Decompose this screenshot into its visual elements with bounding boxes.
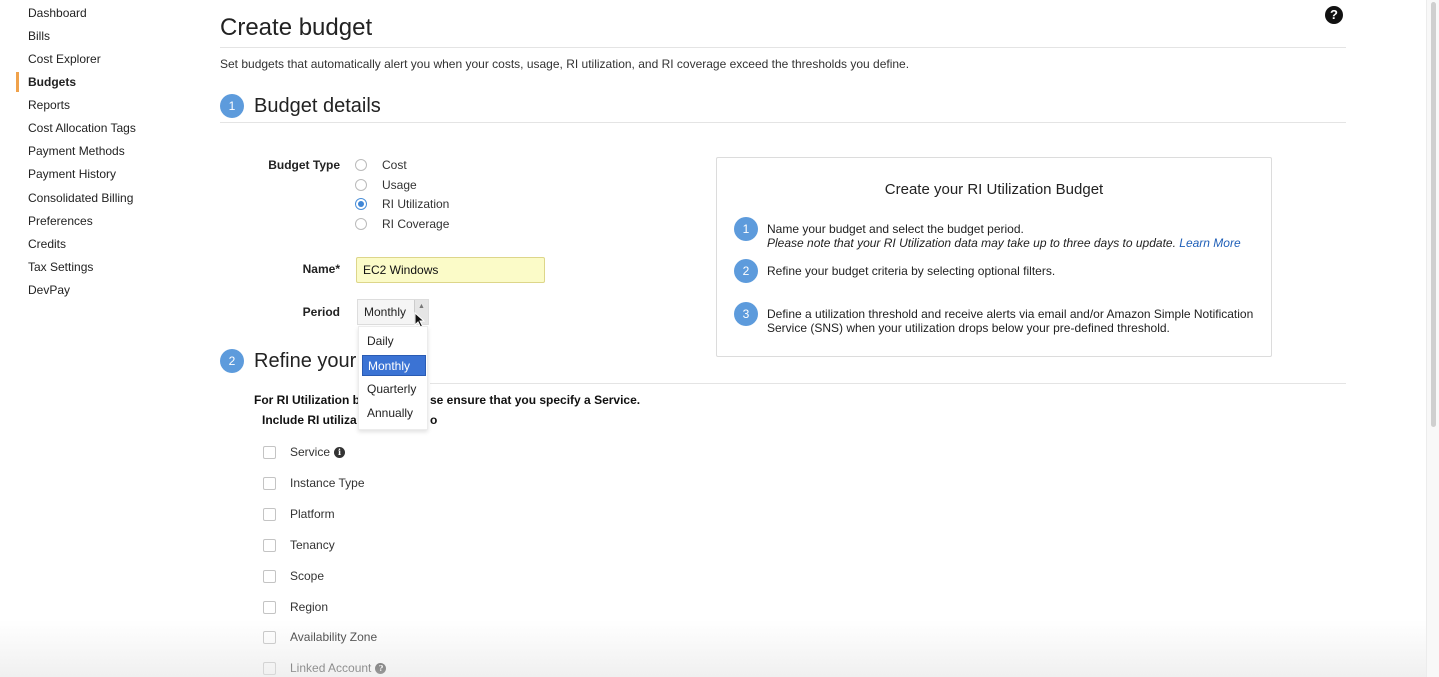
name-label: Name* [302, 262, 340, 276]
help-icon[interactable]: ? [1325, 6, 1343, 24]
filter-label: Linked Account [290, 661, 372, 675]
info-step-1-main: Name your budget and select the budget p… [767, 222, 1024, 236]
checkbox[interactable] [263, 661, 276, 675]
info-step-1-badge: 1 [734, 217, 758, 241]
service-note-start: For RI Utilization b [254, 393, 360, 407]
period-option-monthly[interactable]: Monthly [362, 355, 426, 376]
sidebar-item-consolidated-billing[interactable]: Consolidated Billing [16, 188, 133, 208]
sidebar-item-reports[interactable]: Reports [16, 95, 70, 115]
sidebar-item-dashboard[interactable]: Dashboard [16, 3, 87, 23]
budget-type-label: Budget Type [268, 158, 340, 172]
checkbox[interactable] [263, 445, 276, 459]
filter-label: Availability Zone [290, 630, 378, 644]
filter-tenancy[interactable]: Tenancy [263, 537, 335, 553]
learn-more-link[interactable]: Learn More [1179, 236, 1240, 250]
filter-label: Tenancy [290, 538, 335, 552]
filter-scope[interactable]: Scope [263, 568, 324, 584]
budget-type-ri-coverage-radio[interactable]: RI Coverage [355, 215, 449, 233]
section-2-badge: 2 [220, 349, 244, 373]
info-step-2-text: Refine your budget criteria by selecting… [767, 264, 1056, 278]
info-step-1-text: Name your budget and select the budget p… [767, 222, 1262, 250]
sidebar: Dashboard Bills Cost Explorer Budgets Re… [0, 0, 190, 677]
section-1-divider [220, 122, 1346, 123]
sidebar-item-cost-explorer[interactable]: Cost Explorer [16, 49, 101, 69]
filter-label: Scope [290, 569, 325, 583]
checkbox[interactable] [263, 538, 276, 552]
radio-button-checked[interactable] [355, 198, 367, 210]
radio-label: Usage [382, 178, 417, 192]
filter-label: Instance Type [290, 476, 365, 490]
bottom-fade [0, 620, 1426, 677]
radio-label: Cost [382, 158, 407, 172]
filter-label: Region [290, 600, 329, 614]
sidebar-item-budgets[interactable]: Budgets [16, 72, 76, 92]
radio-button[interactable] [355, 179, 367, 191]
service-note-end: se ensure that you specify a Service. [430, 393, 641, 407]
radio-label: RI Coverage [382, 217, 450, 231]
info-icon[interactable]: i [334, 446, 346, 458]
checkbox[interactable] [263, 507, 276, 521]
checkbox[interactable] [263, 569, 276, 583]
page-subtitle: Set budgets that automatically alert you… [220, 57, 910, 71]
help-icon[interactable]: ? [375, 662, 387, 674]
info-panel: Create your RI Utilization Budget 1 Name… [716, 157, 1272, 357]
budget-type-usage-radio[interactable]: Usage [355, 176, 417, 194]
info-step-3-text: Define a utilization threshold and recei… [767, 307, 1254, 335]
radio-button[interactable] [355, 218, 367, 230]
section-2-divider [430, 383, 1346, 384]
filter-region[interactable]: Region [263, 599, 328, 615]
filter-label: Service [290, 445, 331, 459]
info-step-3-badge: 3 [734, 302, 758, 326]
sidebar-item-cost-allocation-tags[interactable]: Cost Allocation Tags [16, 118, 136, 138]
budget-type-cost-radio[interactable]: Cost [355, 156, 407, 174]
period-option-quarterly[interactable]: Quarterly [362, 379, 426, 400]
period-label: Period [302, 305, 340, 319]
period-dropdown-menu: Daily Monthly Quarterly Annually [358, 326, 428, 430]
filter-label: Platform [290, 507, 335, 521]
sidebar-item-credits[interactable]: Credits [16, 234, 66, 254]
sidebar-item-payment-history[interactable]: Payment History [16, 164, 116, 184]
include-note-end: o [430, 413, 438, 427]
sidebar-item-payment-methods[interactable]: Payment Methods [16, 141, 125, 161]
sidebar-item-devpay[interactable]: DevPay [16, 280, 70, 300]
checkbox[interactable] [263, 630, 276, 644]
radio-label: RI Utilization [382, 197, 450, 211]
filter-service[interactable]: Service i [263, 444, 346, 460]
section-1-title: Budget details [254, 95, 381, 117]
filter-platform[interactable]: Platform [263, 506, 335, 522]
budget-name-input[interactable] [356, 257, 545, 283]
checkbox[interactable] [263, 600, 276, 614]
filter-availability-zone[interactable]: Availability Zone [263, 629, 377, 645]
filter-instance-type[interactable]: Instance Type [263, 475, 365, 491]
period-option-daily[interactable]: Daily [362, 331, 426, 352]
sidebar-item-preferences[interactable]: Preferences [16, 211, 93, 231]
sidebar-item-tax-settings[interactable]: Tax Settings [16, 257, 93, 277]
info-step-1-note: Please note that your RI Utilization dat… [767, 236, 1176, 250]
budget-type-ri-utilization-radio[interactable]: RI Utilization [355, 195, 449, 213]
checkbox[interactable] [263, 476, 276, 490]
filter-linked-account[interactable]: Linked Account ? [263, 660, 387, 676]
period-option-annually[interactable]: Annually [362, 403, 426, 424]
scrollbar-thumb[interactable] [1431, 2, 1436, 427]
info-step-2-badge: 2 [734, 259, 758, 283]
radio-button[interactable] [355, 159, 367, 171]
section-2-title: Refine your [254, 350, 357, 372]
section-1-badge: 1 [220, 94, 244, 118]
include-note-start: Include RI utiliza [262, 413, 357, 427]
sidebar-item-bills[interactable]: Bills [16, 26, 50, 46]
period-selected-value: Monthly [364, 305, 407, 319]
vertical-scrollbar[interactable] [1426, 0, 1439, 677]
page-title: Create budget [220, 14, 373, 41]
title-divider [220, 47, 1346, 48]
info-panel-title: Create your RI Utilization Budget [884, 181, 1104, 198]
